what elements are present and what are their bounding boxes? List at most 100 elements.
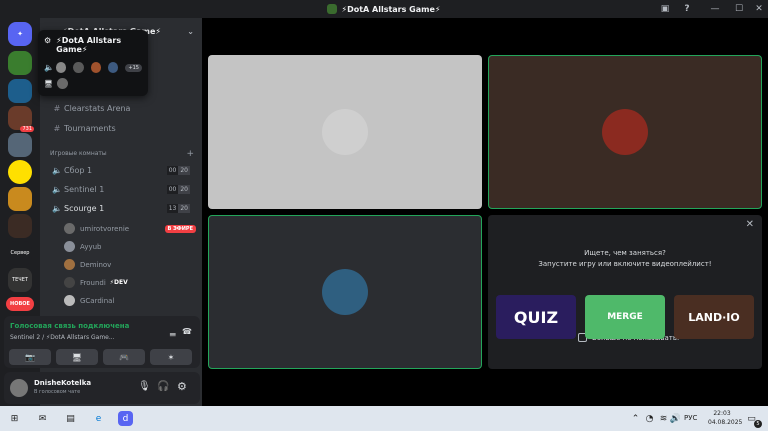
- game-card-landio[interactable]: LAND·IO: [674, 295, 754, 339]
- voice-user[interactable]: umirotvorenie В ЭФИРЕ: [64, 223, 198, 234]
- gear-icon[interactable]: ⚙: [44, 36, 51, 45]
- window-titlebar: ⚡DotA Allstars Game⚡: [0, 0, 768, 18]
- mail-icon[interactable]: ✉: [35, 411, 50, 426]
- hash-icon: #: [53, 124, 61, 133]
- soundboard-button[interactable]: ✶: [150, 349, 192, 365]
- server-icon[interactable]: [8, 79, 32, 103]
- video-tile[interactable]: [208, 215, 482, 369]
- voice-user[interactable]: Ayyub: [64, 241, 198, 252]
- avatar: [108, 62, 119, 73]
- language-indicator[interactable]: РУС: [684, 414, 697, 422]
- avatar: [64, 295, 75, 306]
- member-count: +15: [125, 63, 142, 72]
- user-limit: 20: [178, 204, 190, 213]
- server-text-icon[interactable]: ТЕЧЕТ: [8, 268, 32, 292]
- headphones-icon[interactable]: 🎧: [157, 381, 169, 392]
- activity-subtitle: Запустите игру или включите видеоплейлис…: [538, 260, 712, 268]
- microphone-icon[interactable]: 🎙: [138, 381, 151, 392]
- avatar: [64, 277, 75, 288]
- edge-icon[interactable]: e: [91, 411, 106, 426]
- server-icon[interactable]: 731: [8, 106, 34, 132]
- close-icon[interactable]: ✕: [746, 219, 754, 230]
- server-dota-icon[interactable]: [8, 51, 32, 75]
- notifications-icon[interactable]: ▭ 5: [744, 411, 762, 428]
- user-count: 00: [166, 166, 179, 175]
- user-panel: DnisheKotelka В голосовом чате 🎙 🎧 ⚙: [4, 372, 200, 404]
- server-icon[interactable]: [8, 214, 32, 238]
- avatar: [602, 109, 648, 155]
- help-icon[interactable]: ?: [676, 0, 698, 18]
- user-name: DnisheKotelka: [34, 379, 92, 387]
- voice-user[interactable]: GCardinal: [64, 295, 198, 306]
- maximize-button[interactable]: ☐: [728, 0, 750, 18]
- game-card-merge[interactable]: MERGE: [585, 295, 665, 339]
- game-card-quiz[interactable]: QUIZ: [496, 295, 576, 339]
- voice-channel-sentinel[interactable]: 🔈 Sentinel 1 00 20: [50, 185, 200, 194]
- user-name: Froundi: [80, 278, 106, 287]
- activity-panel: ✕ Ищете, чем заняться? Запустите игру ил…: [488, 215, 762, 369]
- avatar: [322, 109, 368, 155]
- discord-taskbar-icon[interactable]: d: [118, 411, 133, 426]
- windows-taskbar: ⊞ ✉ ▤ e d ⌃ ◔ ≋ 🔊 РУС 22:03 04.08.2025 ▭…: [0, 406, 768, 431]
- avatar: [64, 241, 75, 252]
- avatar: [64, 223, 75, 234]
- voice-user[interactable]: Froundi ⚡DEV: [64, 277, 198, 288]
- network-icon[interactable]: ◔: [642, 411, 657, 426]
- voice-channel-scourge[interactable]: 🔈 Scourge 1 13 20: [50, 204, 200, 213]
- user-status: В голосовом чате: [34, 389, 81, 395]
- volume-icon[interactable]: 🔊: [668, 411, 683, 426]
- video-tile[interactable]: [208, 55, 482, 209]
- popup-title: ⚡DotA Allstars Game⚡: [56, 36, 122, 54]
- screen-share-button[interactable]: 🖥: [56, 349, 98, 365]
- add-channel-icon[interactable]: +: [186, 149, 194, 159]
- avatar: [55, 62, 67, 73]
- inbox-icon[interactable]: ▣: [654, 0, 676, 18]
- disconnect-icon[interactable]: ☎: [182, 327, 192, 336]
- speaker-icon: 🔈: [52, 204, 62, 213]
- category-header[interactable]: Игровые комнаты +: [50, 149, 200, 159]
- channel-label: Clearstats Arena: [64, 104, 131, 113]
- channel-clearstats[interactable]: # Clearstats Arena: [50, 104, 200, 113]
- avatar: [64, 259, 75, 270]
- windows-start-icon[interactable]: ⊞: [7, 411, 22, 426]
- avatar: [56, 78, 68, 89]
- chevron-down-icon[interactable]: ⌄: [187, 27, 194, 36]
- channel-tournaments[interactable]: # Tournaments: [50, 124, 200, 133]
- voice-status: Голосовая связь подключена: [10, 322, 130, 330]
- avatar: [90, 62, 102, 73]
- minimize-button[interactable]: —: [704, 0, 726, 18]
- voice-connection-panel: Голосовая связь подключена Sentinel 2 / …: [4, 316, 200, 368]
- dev-tag: ⚡DEV: [109, 279, 128, 286]
- activity-title: Ищете, чем заняться?: [584, 249, 666, 257]
- server-text-icon[interactable]: Сервер: [8, 241, 32, 265]
- server-icon[interactable]: [8, 133, 32, 157]
- voice-user[interactable]: Deminov: [64, 259, 198, 270]
- chevron-up-icon[interactable]: ⌃: [628, 411, 643, 426]
- video-tile[interactable]: [488, 55, 762, 209]
- speaker-icon: 🔈: [44, 63, 54, 72]
- category-label: Игровые комнаты: [50, 150, 107, 157]
- user-limit: 20: [178, 185, 190, 194]
- server-popup: ⚙ ⚡DotA Allstars Game⚡ 🔈 +15 🖥: [38, 30, 148, 96]
- voice-channel-link[interactable]: Sentinel 2 / ⚡DotA Allstars Game...: [10, 334, 115, 341]
- gear-icon[interactable]: ⚙: [177, 380, 187, 393]
- avatar[interactable]: [10, 379, 28, 397]
- close-button[interactable]: ✕: [748, 0, 768, 18]
- server-icon[interactable]: [8, 187, 32, 211]
- hash-icon: #: [53, 104, 61, 113]
- clock[interactable]: 22:03 04.08.2025: [708, 410, 743, 426]
- notepad-icon[interactable]: ▤: [63, 411, 78, 426]
- activity-button[interactable]: 🎮: [103, 349, 145, 365]
- new-server-badge[interactable]: НОВОЕ: [6, 297, 34, 311]
- window-title: ⚡DotA Allstars Game⚡: [327, 4, 441, 14]
- voice-channel-sbor[interactable]: 🔈 Сбор 1 00 20: [50, 166, 200, 175]
- discord-home-icon[interactable]: ✦: [8, 22, 32, 46]
- notification-count: 5: [754, 420, 762, 428]
- channel-label: Sentinel 1: [64, 185, 105, 194]
- noise-icon[interactable]: 𝍢: [169, 328, 176, 342]
- clock-date: 04.08.2025: [708, 419, 743, 426]
- server-icon[interactable]: [8, 160, 32, 184]
- camera-button[interactable]: 📷: [9, 349, 51, 365]
- user-limit: 20: [178, 166, 190, 175]
- user-name: Ayyub: [80, 242, 102, 251]
